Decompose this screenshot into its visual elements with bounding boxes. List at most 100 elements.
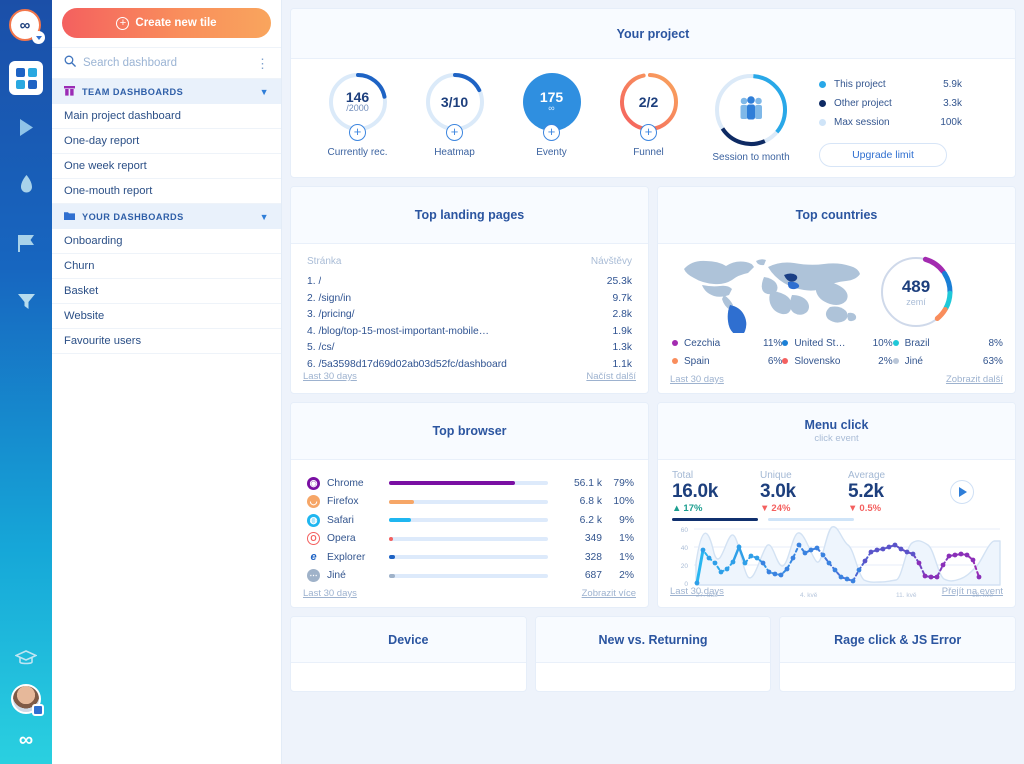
list-item[interactable]: ◉ Chrome 56.1 k 79% [307,474,634,493]
date-range-link[interactable]: Last 30 days [670,586,724,597]
dashboard-row-2: Top landing pages Stránka Návštěvy 1. / … [290,186,1016,394]
dashboard-item-label: Basket [64,285,99,297]
list-item[interactable]: ◍ Safari 6.2 k 9% [307,511,634,530]
country-pct: 2% [878,355,893,367]
dashboard-item-one-week-report[interactable]: One week report [52,154,281,179]
date-range-link[interactable]: Last 30 days [670,374,724,385]
dashboard-item-churn[interactable]: Churn [52,254,281,279]
dashboard-item-website[interactable]: Website [52,304,281,329]
dashboard-item-basket[interactable]: Basket [52,279,281,304]
other-browser-icon: ⋯ [307,569,320,583]
user-avatar[interactable] [11,684,44,716]
table-row[interactable]: 3. /pricing/ 2.8k [307,307,632,324]
add-recording-button[interactable]: + [349,124,366,141]
dashboard-item-one-day-report[interactable]: One-day report [52,129,281,154]
dashboard-item-one-mouth-report[interactable]: One-mouth report [52,179,281,204]
search-row: ⋮ [52,47,281,79]
browser-pct: 2% [619,570,634,582]
plus-circle-icon: + [116,16,130,30]
table-row[interactable]: 5. /cs/ 1.3k [307,340,632,357]
app-root: ∞ ∞ + Create new tile Search dashboard ⋮… [0,0,1024,764]
dashboard-item-onboarding[interactable]: Onboarding [52,229,281,254]
table-row[interactable]: 4. /blog/top-15-most-important-mobile… 1… [307,324,632,341]
graduation-cap-icon [15,649,37,667]
card-header: Device [291,617,526,663]
rail-item-dashboard[interactable] [9,61,43,95]
svg-text:4. kvě: 4. kvě [800,592,818,599]
create-new-tile-button[interactable]: + Create new tile [62,8,271,38]
column-header-page: Stránka [307,256,342,267]
stat-value: 3.0k [760,481,796,502]
dashboard-item-main-project-dashboard[interactable]: Main project dashboard [52,104,281,129]
landing-url: 4. /blog/top-15-most-important-mobile… [307,325,490,337]
list-item[interactable]: ⋯ Jiné 687 2% [307,567,634,586]
rail-item-flag[interactable] [0,217,52,269]
add-event-button[interactable]: + [543,124,560,141]
browser-bar-track [389,499,548,504]
legend-dot [782,358,789,364]
rail-item-heatmap[interactable] [0,159,52,211]
date-range-link[interactable]: Last 30 days [303,371,357,382]
landing-visits: 25.3k [606,276,632,287]
legend-item-spain[interactable]: Spain 6% [672,352,782,370]
rail-item-academy[interactable] [0,632,52,684]
load-more-link[interactable]: Načíst další [586,371,636,382]
go-to-event-link[interactable]: Přejít na event [942,586,1003,597]
legend-value: 100k [940,117,962,128]
landing-visits: 9.7k [612,292,632,304]
legend-item-cezchia[interactable]: Cezchia 11% [672,334,782,352]
more-options-icon[interactable]: ⋮ [256,57,269,70]
world-map[interactable] [670,250,870,334]
search-input[interactable] [83,57,249,69]
list-item[interactable]: O Opera 349 1% [307,530,634,549]
landing-url: 3. /pricing/ [307,309,355,320]
legend-dot [892,358,899,364]
folder-icon [64,211,75,222]
date-range-link[interactable]: Last 30 days [303,588,357,599]
browser-name: Safari [327,514,354,526]
app-logo[interactable]: ∞ [9,9,45,44]
stat-label: Average [848,470,886,481]
card-subtitle: click event [814,433,859,444]
show-more-link[interactable]: Zobrazit více [582,588,636,599]
dashboard-item-favourite-users[interactable]: Favourite users [52,329,281,354]
browser-value: 56.1 k [573,477,602,489]
upgrade-limit-button[interactable]: Upgrade limit [819,143,947,167]
card-top-countries: Top countries 489 zemí Cezchia 11% Unite… [657,186,1016,394]
legend-item-jine[interactable]: Jiné 63% [892,352,1003,370]
legend-item-united-states[interactable]: United St… 10% [782,334,893,352]
group-header-team-dashboards[interactable]: TEAM DASHBOARDS ▼ [52,79,281,104]
show-more-link[interactable]: Zobrazit další [946,374,1003,385]
browser-bar-track [389,536,548,541]
legend-row-this-project: This project 5.9k [819,75,962,94]
rail-item-funnel[interactable] [0,275,52,327]
legend-item-brazil[interactable]: Brazil 8% [892,334,1003,352]
browser-pct: 10% [613,496,634,508]
browser-pct: 1% [619,533,634,545]
opera-icon: O [307,532,320,546]
table-row[interactable]: 2. /sign/in 9.7k [307,291,632,308]
add-funnel-button[interactable]: + [640,124,657,141]
menu-click-body: Total 16.0k ▲ 17% Unique 3.0k ▼ 24% Averag… [658,460,1015,599]
browser-name: Explorer [327,551,366,563]
legend-value: 5.9k [943,79,962,90]
add-heatmap-button[interactable]: + [446,124,463,141]
list-item[interactable]: ◡ Firefox 6.8 k 10% [307,493,634,512]
metric-label: Funnel [633,147,664,158]
stat-total: Total 16.0k ▲ 17% [672,470,760,514]
page-title: Your project [616,26,690,41]
dashboard-list-panel: + Create new tile ⋮ [52,0,282,764]
legend-item-slovensko[interactable]: Slovensko 2% [782,352,893,370]
country-name: Cezchia [684,337,721,349]
table-row[interactable]: 1. / 25.3k [307,274,632,291]
play-event-button[interactable] [950,480,974,504]
avatar-status-badge [32,704,44,716]
svg-text:40: 40 [681,545,689,552]
rail-item-play[interactable] [0,101,52,153]
funnel-icon [17,292,36,311]
stat-bar-total [672,517,758,521]
group-header-your-dashboards[interactable]: YOUR DASHBOARDS ▼ [52,204,281,229]
list-item[interactable]: e Explorer 328 1% [307,548,634,567]
legend-dot [819,100,826,107]
browser-name: Chrome [327,477,364,489]
